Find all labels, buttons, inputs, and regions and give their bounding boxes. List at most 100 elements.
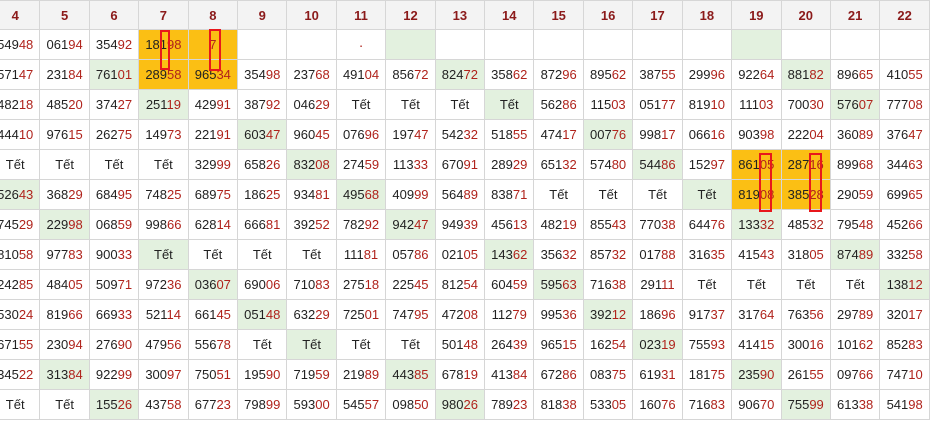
result-cell: Tết [731, 269, 782, 300]
table-row: 6715523094276904795655678TếtTếtTếtTết501… [0, 329, 930, 360]
number-suffix: 83 [710, 397, 725, 412]
number-prefix: 229 [46, 217, 69, 232]
number-suffix: 08 [463, 307, 478, 322]
number-suffix: 15 [562, 337, 577, 352]
number-prefix: 261 [787, 367, 810, 382]
number-suffix: 76 [710, 217, 725, 232]
number-suffix: 10 [908, 367, 923, 382]
number-prefix: 782 [342, 217, 365, 232]
number-prefix: 235 [738, 367, 760, 382]
number-prefix: 832 [293, 157, 316, 172]
number-suffix: 38 [562, 397, 577, 412]
number-suffix: 00 [315, 397, 330, 412]
result-cell: 66145 [187, 299, 239, 330]
number-prefix: 995 [540, 307, 563, 322]
column-header: 21 [829, 0, 881, 30]
cell-text: Tết [598, 187, 618, 202]
number-suffix: 48 [858, 217, 874, 232]
number-prefix: 812 [441, 277, 464, 292]
number-prefix: 076 [342, 127, 365, 142]
result-cell: 02105 [434, 239, 486, 270]
number-prefix: 661 [194, 307, 217, 322]
result-cell [681, 29, 733, 60]
result-cell: 75593 [681, 329, 733, 360]
result-cell: 36089 [829, 119, 881, 150]
number-suffix: 58 [167, 67, 182, 82]
number-prefix: 152 [688, 157, 711, 172]
number-suffix: 88 [661, 247, 676, 262]
number-prefix: 544 [639, 157, 662, 172]
number-prefix: 083 [589, 367, 612, 382]
result-cell: 16254 [582, 329, 634, 360]
number-suffix: 15 [68, 127, 83, 142]
result-cell [829, 29, 881, 60]
number-suffix: 12 [908, 277, 923, 292]
result-cell: 87296 [533, 59, 584, 90]
number-prefix: 354 [244, 67, 266, 82]
cell-text: Tết [401, 97, 420, 112]
number-prefix: 485 [787, 217, 810, 232]
number-suffix: 89 [858, 247, 874, 262]
number-prefix: 922 [738, 67, 760, 82]
number-prefix: 900 [95, 247, 118, 262]
column-header: 18 [681, 0, 733, 30]
result-cell: Tết [39, 389, 90, 420]
number-suffix: 90 [117, 337, 133, 352]
number-prefix: 138 [886, 277, 909, 292]
number-prefix: 542 [441, 127, 464, 142]
number-suffix: 66 [908, 217, 923, 232]
result-cell: 78923 [484, 389, 535, 420]
result-cell: 45266 [879, 209, 930, 240]
result-cell: 97783 [39, 239, 90, 270]
result-cell: 55678 [187, 329, 239, 360]
result-cell: 22998 [39, 209, 90, 240]
number-prefix: 899 [837, 157, 859, 172]
result-cell: 60347 [237, 119, 288, 150]
number-prefix: 725 [342, 307, 365, 322]
cell-text: Tết [5, 397, 25, 412]
number-prefix: 360 [837, 127, 859, 142]
result-cell: 22545 [385, 269, 436, 300]
result-cell: 07696 [335, 119, 387, 150]
result-cell: 23184 [39, 59, 90, 90]
number-prefix: 545 [342, 397, 365, 412]
number-suffix: 98 [167, 37, 182, 52]
result-cell: 61931 [632, 359, 683, 390]
number-prefix: 798 [244, 397, 266, 412]
result-cell: 54557 [335, 389, 387, 420]
number-prefix: 672 [540, 367, 563, 382]
result-cell: Tết [0, 389, 41, 420]
column-header: 9 [237, 0, 288, 30]
result-cell: 25119 [138, 89, 189, 120]
number-suffix: 32 [759, 217, 775, 232]
number-suffix: 45 [216, 307, 231, 322]
result-cell: 10162 [829, 329, 881, 360]
number-prefix: 046 [293, 97, 316, 112]
result-cell [632, 29, 683, 60]
number-prefix: 392 [589, 307, 612, 322]
result-cell: 09766 [829, 359, 881, 390]
result-cell: Tết [138, 239, 189, 270]
number-suffix: 14 [166, 307, 182, 322]
number-prefix: 949 [441, 217, 464, 232]
result-cell: 57147 [0, 59, 41, 90]
number-suffix: 45 [315, 127, 330, 142]
number-suffix: 01 [364, 307, 380, 322]
result-cell: 50971 [88, 269, 140, 300]
result-cell: 31384 [39, 359, 90, 390]
result-cell: Tết [385, 329, 436, 360]
result-cell: 06616 [681, 119, 733, 150]
number-prefix: 452 [886, 217, 909, 232]
result-cell [286, 29, 337, 60]
number-suffix: 33 [413, 157, 429, 172]
result-cell: 85543 [582, 209, 634, 240]
number-suffix: 23 [512, 397, 528, 412]
result-cell: 32999 [187, 149, 239, 180]
result-cell: 54198 [879, 389, 930, 420]
cell-text: · [358, 36, 364, 53]
result-cell: 13812 [879, 269, 930, 300]
result-cell: 06859 [88, 209, 140, 240]
result-cell: 19747 [385, 119, 436, 150]
number-prefix: 111 [739, 97, 759, 112]
number-suffix: 95 [117, 187, 133, 202]
